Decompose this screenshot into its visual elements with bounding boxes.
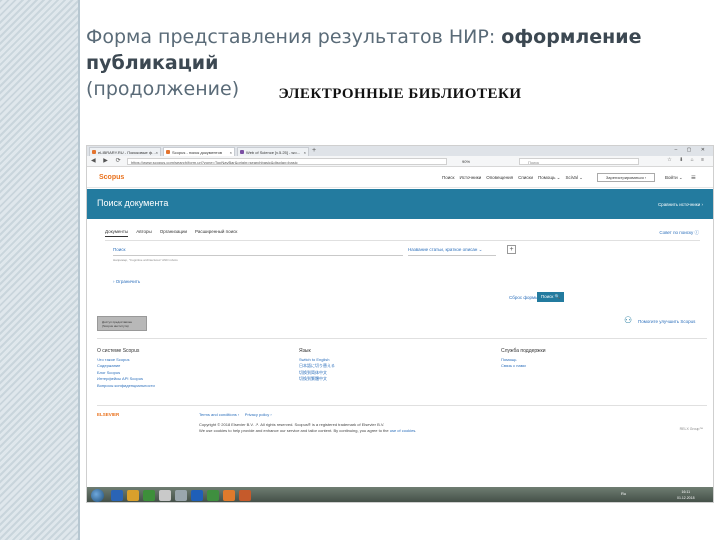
nav-sources[interactable]: Источники <box>459 175 481 181</box>
footer-support: Служба поддержки Помощь Связь с нами <box>501 348 546 370</box>
legal-links[interactable]: Terms and conditions › Privacy policy › <box>199 412 272 417</box>
divider <box>97 338 707 339</box>
search-field-select[interactable]: Название статьи, краткое описан ⌄ <box>408 247 482 253</box>
url-field[interactable]: https://www.scopus.com/search/form.uri?z… <box>127 158 447 165</box>
address-bar: ◀ ▶ ⟳ https://www.scopus.com/search/form… <box>87 156 713 167</box>
word-icon[interactable] <box>191 490 203 501</box>
tab-label: Scopus - поиск документов <box>172 150 223 155</box>
firefox-icon[interactable] <box>223 490 235 501</box>
tab-documents[interactable]: Документы <box>105 229 129 237</box>
tab-favicon-icon <box>166 150 170 154</box>
field-select-underline <box>408 255 496 256</box>
search-example: Например, "Cognitive architectures" AND … <box>113 258 178 262</box>
slide-title-main: Форма представления результатов НИР: <box>86 26 502 48</box>
copyright-line: Copyright © 2018 Elsevier B.V. ↗. All ri… <box>199 422 385 427</box>
browser-tab-elibrary[interactable]: eLIBRARY.RU - Поисковые ф… × <box>89 147 161 156</box>
reset-form-link[interactable]: Сброс формы <box>509 295 538 300</box>
nav-search[interactable]: Поиск <box>442 175 454 181</box>
footer-link[interactable]: 切換到繁體中文 <box>299 376 335 383</box>
nav-alerts[interactable]: Оповещения <box>486 175 513 181</box>
excel-icon[interactable] <box>207 490 219 501</box>
search-panel: Документы Авторы Организации Расширенный… <box>87 219 713 307</box>
footer-heading: Служба поддержки <box>501 348 546 354</box>
copyright-text: Copyright © 2018 Elsevier B.V. ↗. All ri… <box>199 422 417 433</box>
nav-scival[interactable]: SciVal ⌄ <box>565 175 582 181</box>
explorer-icon[interactable] <box>127 490 139 501</box>
tab-favicon-icon <box>92 150 96 154</box>
tab-affiliations[interactable]: Организации <box>160 229 187 237</box>
system-clock[interactable]: 16:11 01.12.2018 <box>677 489 695 501</box>
scopus-header: Scopus Поиск Источники Оповещения Списки… <box>87 168 713 188</box>
ie-icon[interactable] <box>111 490 123 501</box>
scopus-logo[interactable]: Scopus <box>99 174 124 181</box>
compare-sources-link[interactable]: Сравнить источники › <box>658 202 703 207</box>
browser-tab-strip: eLIBRARY.RU - Поисковые ф… × Scopus - по… <box>87 146 713 156</box>
cookies-link[interactable]: use of cookies <box>390 428 416 433</box>
divider <box>105 240 700 241</box>
slide-subtitle: ЭЛЕКТРОННЫЕ БИБЛИОТЕКИ <box>278 86 522 102</box>
tab-label: eLIBRARY.RU - Поисковые ф… <box>98 150 157 155</box>
language-indicator[interactable]: Ru <box>621 491 626 496</box>
cookies-text: We use cookies to help provide and enhan… <box>199 428 390 433</box>
divider <box>97 405 707 406</box>
chrome-icon[interactable] <box>143 490 155 501</box>
footer-about: О системе Scopus Что такое Scopus Содерж… <box>97 348 155 389</box>
search-tabs: Документы Авторы Организации Расширенный… <box>105 229 237 237</box>
clock-time: 16:11 <box>681 490 691 494</box>
footer-heading: О системе Scopus <box>97 348 140 354</box>
footer-link[interactable]: Связь с нами <box>501 363 546 370</box>
nav-lists[interactable]: Списки <box>518 175 533 181</box>
login-link[interactable]: Войти ⌄ <box>665 175 683 181</box>
page-title: Поиск документа <box>97 198 169 208</box>
relx-logo: RELX Group™ <box>679 427 703 431</box>
hamburger-menu-icon[interactable]: ≡ <box>691 174 696 182</box>
tab-favicon-icon <box>240 150 244 154</box>
browser-toolbar-icons[interactable]: ☆ ⬇ ⌂ ≡ <box>667 157 707 163</box>
app-icon[interactable] <box>159 490 171 501</box>
improve-scopus-link[interactable]: Помогите улучшить Scopus <box>638 319 695 324</box>
tab-authors[interactable]: Авторы <box>136 229 152 237</box>
search-hero: Поиск документа Сравнить источники › <box>87 189 713 219</box>
window-controls[interactable]: – ▢ ✕ <box>675 147 709 153</box>
browser-tab-wos[interactable]: Web of Science [v.5.25] - wo… × <box>237 147 309 156</box>
search-button[interactable]: Поиск 🔍 <box>537 292 564 302</box>
browser-tab-scopus[interactable]: Scopus - поиск документов × <box>163 147 235 156</box>
tab-label: Web of Science [v.5.25] - wo… <box>246 150 301 155</box>
footer-language: Язык Switch to English 日本語に切り替える 切换到简体中文… <box>299 348 335 383</box>
footer-link[interactable]: 日本語に切り替える <box>299 363 335 370</box>
footer-heading: Язык <box>299 348 311 354</box>
decorative-side-band <box>0 0 80 540</box>
access-badge: Доступ предоставлен (Scopus института) <box>97 316 147 331</box>
powerpoint-icon[interactable] <box>239 490 251 501</box>
nav-buttons[interactable]: ◀ ▶ ⟳ <box>91 157 124 164</box>
search-input-label: Поиск <box>113 247 126 252</box>
clock-date: 01.12.2018 <box>677 496 695 500</box>
tab-advanced[interactable]: Расширенный поиск <box>195 229 237 237</box>
add-field-button[interactable]: + <box>507 245 516 254</box>
new-tab-button[interactable]: + <box>312 147 316 154</box>
zoom-level[interactable]: 90% <box>462 158 470 165</box>
scopus-screenshot: eLIBRARY.RU - Поисковые ф… × Scopus - по… <box>86 145 714 503</box>
start-button-icon[interactable] <box>91 489 104 502</box>
elsevier-logo[interactable]: ELSEVIER <box>97 412 119 417</box>
app-icon[interactable] <box>175 490 187 501</box>
search-input[interactable] <box>113 255 403 256</box>
windows-taskbar: Ru 16:11 01.12.2018 <box>87 487 713 502</box>
feedback-person-icon: ⚇ <box>624 315 633 325</box>
search-tips-link[interactable]: Совет по поиску ⓘ <box>659 230 699 236</box>
limit-link[interactable]: › Ограничить <box>113 279 140 284</box>
register-button[interactable]: Зарегистрироваться › <box>597 173 655 182</box>
browser-search-input[interactable]: Поиск <box>519 158 639 165</box>
nav-help[interactable]: Помощь ⌄ <box>538 175 560 181</box>
main-nav: Поиск Источники Оповещения Списки Помощь… <box>442 175 583 181</box>
footer-link[interactable]: Вопросы конфиденциальности <box>97 383 155 390</box>
